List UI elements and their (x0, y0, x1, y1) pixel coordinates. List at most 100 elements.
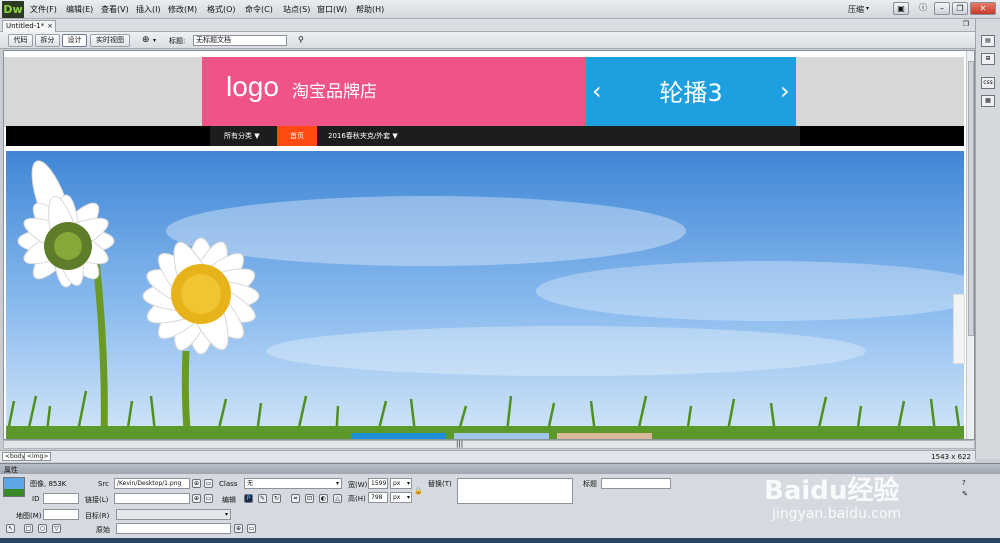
image-thumbnail (3, 477, 25, 497)
title-field-input[interactable] (601, 478, 671, 489)
browse-folder-icon[interactable]: ▭ (204, 494, 213, 503)
map-input[interactable] (43, 509, 79, 520)
minimize-icon[interactable]: – (934, 2, 950, 15)
menu-modify[interactable]: 修改(M) (168, 4, 197, 15)
horizontal-scrollbar[interactable]: ||| (3, 440, 975, 449)
menu-insert[interactable]: 插入(I) (136, 4, 161, 15)
menu-format[interactable]: 格式(O) (207, 4, 236, 15)
width-label: 宽(W) (348, 481, 368, 489)
workspace-switcher[interactable]: 压缩 (848, 4, 864, 15)
check-page-icon[interactable]: ⚲ (298, 35, 304, 44)
status-bar: <body> <img> 1543 x 622 (0, 450, 975, 462)
photoshop-icon[interactable]: P (244, 494, 253, 503)
update-from-original-icon[interactable]: ↻ (272, 494, 281, 503)
css-panel-icon[interactable]: css (981, 77, 995, 89)
daisy-photo (6, 151, 964, 439)
document-tab-bar: Untitled-1* × ❐ (0, 19, 975, 32)
width-unit-select[interactable]: px ▾ (390, 478, 412, 489)
class-label: Class (219, 480, 238, 488)
globe-icon[interactable]: ⊕ (142, 35, 150, 45)
design-view-button[interactable]: 设计 (62, 34, 87, 47)
document-tab[interactable]: Untitled-1* × (2, 20, 56, 32)
target-label: 目标(R) (85, 512, 110, 520)
browse-folder-icon[interactable]: ▭ (204, 479, 213, 488)
code-view-button[interactable]: 代码 (8, 34, 33, 47)
edit-image-settings-icon[interactable]: ✎ (258, 494, 267, 503)
tab-close-icon[interactable]: × (47, 21, 53, 32)
link-input[interactable] (114, 493, 190, 504)
chevron-down-icon[interactable]: ▾ (866, 5, 869, 12)
design-view[interactable]: logo 淘宝品牌店 ‹ 轮播3 › 所有分类 ▼ 2016春秋夹克/外套 ▼ … (3, 50, 975, 440)
edit-label: 编辑 (222, 496, 236, 504)
vertical-scrollbar-thumb[interactable] (968, 61, 974, 336)
id-input[interactable] (43, 493, 79, 504)
watermark: Baidu经验 jingyan.baidu.com (764, 470, 1000, 540)
taskbar-edge (0, 538, 1000, 543)
target-select[interactable]: ▾ (116, 509, 231, 520)
floating-side-tab[interactable] (953, 294, 965, 364)
point-to-file-icon[interactable]: ⊕ (192, 494, 201, 503)
nav-home[interactable]: 首页 (277, 126, 317, 146)
pointer-hotspot-icon[interactable]: ↖ (6, 524, 15, 533)
id-label: ID (32, 495, 40, 503)
alt-label: 替换(T) (428, 480, 452, 488)
window-dimensions[interactable]: 1543 x 622 (931, 453, 971, 461)
height-unit-select[interactable]: px ▾ (390, 492, 412, 503)
site-tree-icon[interactable]: ⊞ (981, 53, 995, 65)
lock-icon[interactable]: 🔒 (414, 487, 423, 495)
resample-icon[interactable]: ⊡ (305, 494, 314, 503)
menu-help[interactable]: 帮助(H) (356, 4, 384, 15)
src-input[interactable]: /Kevin/Desktop/1.png (114, 478, 190, 489)
chevron-down-icon: ▾ (335, 480, 339, 487)
restore-icon[interactable]: ❐ (952, 2, 968, 15)
src-label: Src (98, 480, 110, 488)
nav-season[interactable]: 2016春秋夹克/外套 ▼ (328, 131, 398, 141)
cs-live-icon[interactable]: ▣ (893, 2, 909, 15)
menu-view[interactable]: 查看(V) (101, 4, 129, 15)
logo-banner: logo 淘宝品牌店 (202, 57, 586, 127)
chevron-down-icon: ▾ (224, 511, 228, 518)
rect-hotspot-icon[interactable]: □ (24, 524, 33, 533)
close-icon[interactable]: ✕ (970, 2, 996, 15)
brightness-contrast-icon[interactable]: ◐ (319, 494, 328, 503)
chevron-right-icon[interactable]: › (780, 77, 790, 105)
menu-file[interactable]: 文件(F) (30, 4, 57, 15)
vertical-scrollbar[interactable] (966, 51, 974, 439)
nav-all-categories[interactable]: 所有分类 ▼ (224, 131, 260, 141)
height-input[interactable]: 798 (368, 492, 388, 503)
point-to-file-icon[interactable]: ⊕ (192, 479, 201, 488)
alt-input[interactable] (457, 478, 573, 504)
assets-panel-icon[interactable]: ▦ (981, 95, 995, 107)
tag-selector-img[interactable]: <img> (24, 452, 52, 461)
link-label: 链接(L) (85, 496, 109, 504)
shop-name: 淘宝品牌店 (292, 82, 377, 102)
menu-bar: Dw 文件(F) 编辑(E) 查看(V) 插入(I) 修改(M) 格式(O) 命… (0, 0, 1000, 19)
circle-hotspot-icon[interactable]: ○ (38, 524, 47, 533)
menu-site[interactable]: 站点(S) (283, 4, 310, 15)
restore-doc-icon[interactable]: ❐ (963, 20, 969, 28)
hero-image[interactable] (6, 151, 964, 439)
live-view-button[interactable]: 实时视图 (90, 34, 130, 47)
crop-icon[interactable]: ⌗ (291, 494, 300, 503)
original-input[interactable] (116, 523, 231, 534)
watermark-url: jingyan.baidu.com (772, 506, 902, 522)
watermark-main: Baidu经验 (764, 476, 900, 506)
browse-folder-icon[interactable]: ▭ (247, 524, 256, 533)
chevron-down-icon[interactable]: ▾ (153, 37, 156, 44)
title-input[interactable]: 无标题文档 (193, 35, 287, 46)
menu-window[interactable]: 窗口(W) (317, 4, 347, 15)
polygon-hotspot-icon[interactable]: ▽ (52, 524, 61, 533)
title-field-label: 标题 (583, 480, 597, 488)
menu-edit[interactable]: 编辑(E) (66, 4, 93, 15)
scroll-grip-icon[interactable]: ||| (456, 440, 463, 448)
class-select[interactable]: 无 ▾ (244, 478, 342, 489)
document-toolbar: 代码 拆分 设计 实时视图 ⊕ ▾ 标题: 无标题文档 ⚲ (0, 32, 975, 49)
split-view-button[interactable]: 拆分 (35, 34, 60, 47)
files-panel-icon[interactable]: ▤ (981, 35, 995, 47)
info-icon[interactable]: ⓘ (915, 2, 931, 15)
app-logo: Dw (2, 1, 24, 18)
width-input[interactable]: 1599 (368, 478, 388, 489)
menu-command[interactable]: 命令(C) (245, 4, 273, 15)
sharpen-icon[interactable]: △ (333, 494, 342, 503)
point-to-file-icon[interactable]: ⊕ (234, 524, 243, 533)
